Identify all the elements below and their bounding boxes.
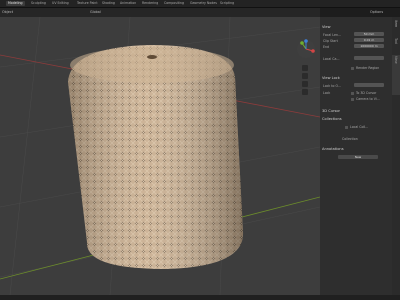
tab-texture-paint[interactable]: Texture Paint xyxy=(75,1,100,6)
section-view-lock[interactable]: View Lock xyxy=(322,76,340,80)
tab-sculpting[interactable]: Sculpting xyxy=(29,1,48,6)
tab-scripting[interactable]: Scripting xyxy=(218,1,236,6)
local-collections-checkbox[interactable] xyxy=(345,126,348,129)
tab-animation[interactable]: Animation xyxy=(118,1,138,6)
local-camera-label: Local Ca... xyxy=(323,57,340,61)
local-camera-field[interactable] xyxy=(354,56,384,60)
section-collections[interactable]: Collections xyxy=(322,117,342,121)
navigation-gizmo[interactable] xyxy=(296,39,316,59)
render-region-label: Render Region xyxy=(356,66,380,70)
to-3d-cursor-checkbox[interactable] xyxy=(351,92,354,95)
lock-object-field[interactable] xyxy=(354,83,384,87)
options-menu[interactable]: Options xyxy=(370,10,383,14)
render-region-checkbox[interactable] xyxy=(351,67,354,70)
tab-geometry-nodes[interactable]: Geometry Nodes xyxy=(188,1,219,6)
clip-end-label: End xyxy=(323,45,330,49)
sidebar-tabs: Item Tool View xyxy=(392,17,400,295)
camera-icon[interactable] xyxy=(302,81,308,87)
new-annotation-button[interactable]: New xyxy=(338,155,378,159)
focal-length-field[interactable]: 50 mm xyxy=(354,32,384,36)
lock-label: Lock xyxy=(323,91,331,95)
workspace-tab-bar: Modeling Sculpting UV Editing Texture Pa… xyxy=(0,0,400,8)
section-annotations[interactable]: Annotations xyxy=(322,147,344,151)
viewport-nav-buttons xyxy=(302,65,310,97)
woven-cylinder-mesh xyxy=(68,45,244,269)
tab-rendering[interactable]: Rendering xyxy=(140,1,160,6)
zoom-icon[interactable] xyxy=(302,65,308,71)
orientation-selector[interactable]: Global xyxy=(90,10,101,14)
focal-length-label: Focal Len... xyxy=(323,33,342,37)
pan-hand-icon[interactable] xyxy=(302,73,308,79)
collection-item[interactable]: Collection xyxy=(342,137,358,141)
mode-selector[interactable]: Object xyxy=(2,10,13,14)
grid-icon[interactable] xyxy=(302,89,308,95)
section-3d-cursor[interactable]: 3D Cursor xyxy=(322,109,340,113)
tab-view[interactable]: View xyxy=(392,55,400,95)
status-bar xyxy=(0,295,400,300)
clip-end-field[interactable]: 1000000 m xyxy=(354,44,384,48)
tab-compositing[interactable]: Compositing xyxy=(162,1,186,6)
to-3d-cursor-label: To 3D Cursor xyxy=(356,91,377,95)
3d-viewport[interactable] xyxy=(0,17,320,295)
tab-shading[interactable]: Shading xyxy=(100,1,117,6)
viewport-header: Object Global Options xyxy=(0,8,383,17)
clip-start-label: Clip Start xyxy=(323,39,338,43)
local-collections-label: Local Coll... xyxy=(350,125,369,129)
tab-uv-editing[interactable]: UV Editing xyxy=(50,1,71,6)
viewport-canvas xyxy=(0,17,320,295)
camera-to-view-label: Camera to Vi... xyxy=(356,97,380,101)
section-view[interactable]: View xyxy=(322,25,331,29)
sidebar-properties: View Focal Len... 50 mm Clip Start 0.01 … xyxy=(320,17,392,295)
clip-start-field[interactable]: 0.01 m xyxy=(354,38,384,42)
lock-object-label: Lock to O... xyxy=(323,84,341,88)
tab-modeling[interactable]: Modeling xyxy=(6,1,25,6)
camera-to-view-checkbox[interactable] xyxy=(351,98,354,101)
